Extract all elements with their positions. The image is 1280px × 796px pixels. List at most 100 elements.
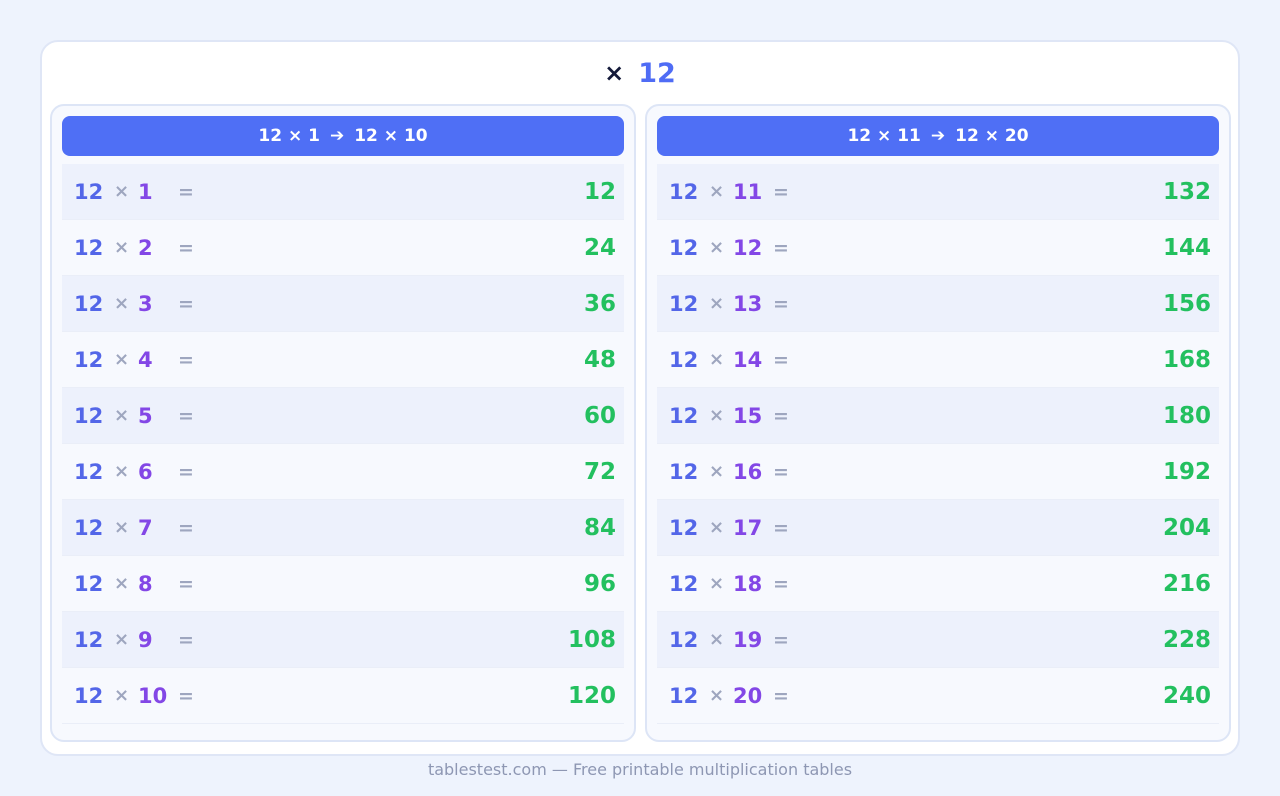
multiplicand: 12 xyxy=(74,291,104,316)
equation-list: 12 × 1 = 12 12 × 2 = 24 12 × 3 = 36 12 × 4 = 48 12 × 5 = 60 12 × 6 =… xyxy=(62,164,624,724)
equals-icon: = xyxy=(773,292,789,315)
equation-row: 12 × 4 = 48 xyxy=(62,332,624,388)
times-icon: × xyxy=(114,573,130,594)
product: 132 xyxy=(1162,178,1211,205)
multiplier: 12 xyxy=(733,235,763,260)
equals-icon: = xyxy=(178,572,194,595)
range-end: 12 × 10 xyxy=(354,126,428,146)
panel-header: 12 × 1 ➔ 12 × 10 xyxy=(62,116,624,156)
product: 204 xyxy=(1162,514,1211,541)
times-icon: × xyxy=(709,293,725,314)
product: 24 xyxy=(583,234,616,261)
multiplier: 6 xyxy=(138,459,153,484)
multiplicand: 12 xyxy=(669,515,699,540)
multiplier: 20 xyxy=(733,683,763,708)
multiplicand: 12 xyxy=(669,291,699,316)
multiplicand: 12 xyxy=(669,571,699,596)
times-icon: × xyxy=(709,405,725,426)
equation-row: 12 × 19 = 228 xyxy=(657,612,1219,668)
multiplicand: 12 xyxy=(74,515,104,540)
product: 72 xyxy=(583,458,616,485)
equation-row: 12 × 12 = 144 xyxy=(657,220,1219,276)
times-icon: × xyxy=(114,461,130,482)
multiplier: 5 xyxy=(138,403,153,428)
footer-credit: tablestest.com — Free printable multipli… xyxy=(427,760,853,779)
multiplier: 13 xyxy=(733,291,763,316)
multiplicand: 12 xyxy=(74,571,104,596)
equals-icon: = xyxy=(773,236,789,259)
equals-icon: = xyxy=(773,460,789,483)
multiplier: 10 xyxy=(138,683,168,708)
page-title: × 12 xyxy=(42,56,1238,90)
equals-icon: = xyxy=(178,516,194,539)
multiplicand: 12 xyxy=(74,459,104,484)
multiplier: 18 xyxy=(733,571,763,596)
multiplier: 15 xyxy=(733,403,763,428)
multiplier: 19 xyxy=(733,627,763,652)
equation-row: 12 × 14 = 168 xyxy=(657,332,1219,388)
times-icon: × xyxy=(114,237,130,258)
multiplier: 2 xyxy=(138,235,153,260)
times-icon: × xyxy=(114,349,130,370)
table-number: 12 xyxy=(638,57,676,89)
product: 144 xyxy=(1162,234,1211,261)
equals-icon: = xyxy=(773,572,789,595)
table-panel-11-to-20: 12 × 11 ➔ 12 × 20 12 × 11 = 132 12 × 12 = 144 12 × 1… xyxy=(645,104,1231,742)
multiplicand: 12 xyxy=(669,179,699,204)
product: 240 xyxy=(1162,682,1211,709)
arrow-right-icon: ➔ xyxy=(329,126,345,146)
product: 36 xyxy=(583,290,616,317)
multiplier: 8 xyxy=(138,571,153,596)
equation-row: 12 × 9 = 108 xyxy=(62,612,624,668)
product: 60 xyxy=(583,402,616,429)
table-panel-1-to-10: 12 × 1 ➔ 12 × 10 12 × 1 = 12 12 × 2 = 24 12 × 3 = 36 12… xyxy=(50,104,636,742)
range-start: 12 × 1 xyxy=(258,126,320,146)
equals-icon: = xyxy=(773,348,789,371)
times-icon: × xyxy=(709,237,725,258)
multiplier: 14 xyxy=(733,347,763,372)
equals-icon: = xyxy=(178,404,194,427)
times-icon: × xyxy=(709,461,725,482)
product: 180 xyxy=(1162,402,1211,429)
times-icon: × xyxy=(114,405,130,426)
multiplier: 7 xyxy=(138,515,153,540)
equation-row: 12 × 2 = 24 xyxy=(62,220,624,276)
multiplier: 1 xyxy=(138,179,153,204)
equation-row: 12 × 20 = 240 xyxy=(657,668,1219,724)
multiplicand: 12 xyxy=(74,403,104,428)
multiplier: 17 xyxy=(733,515,763,540)
multiplier: 11 xyxy=(733,179,763,204)
equals-icon: = xyxy=(178,684,194,707)
times-icon: × xyxy=(709,349,725,370)
equals-icon: = xyxy=(178,348,194,371)
multiplier: 9 xyxy=(138,627,153,652)
product: 12 xyxy=(583,178,616,205)
multiplicand: 12 xyxy=(74,235,104,260)
multiplier: 3 xyxy=(138,291,153,316)
times-icon: × xyxy=(709,517,725,538)
times-icon: × xyxy=(114,685,130,706)
equals-icon: = xyxy=(178,292,194,315)
equation-row: 12 × 11 = 132 xyxy=(657,164,1219,220)
times-icon: × xyxy=(604,59,625,87)
equals-icon: = xyxy=(773,628,789,651)
equation-row: 12 × 5 = 60 xyxy=(62,388,624,444)
equation-row: 12 × 18 = 216 xyxy=(657,556,1219,612)
multiplicand: 12 xyxy=(74,347,104,372)
equals-icon: = xyxy=(178,628,194,651)
times-icon: × xyxy=(709,629,725,650)
multiplicand: 12 xyxy=(669,683,699,708)
equals-icon: = xyxy=(178,180,194,203)
equation-list: 12 × 11 = 132 12 × 12 = 144 12 × 13 = 156 12 × 14 = 168 12 × 1… xyxy=(657,164,1219,724)
multiplicand: 12 xyxy=(74,179,104,204)
equation-row: 12 × 13 = 156 xyxy=(657,276,1219,332)
multiplication-table-card: × 12 12 × 1 ➔ 12 × 10 12 × 1 = 12 12 × 2 = 24 12 × 3… xyxy=(40,40,1240,756)
multiplicand: 12 xyxy=(74,627,104,652)
multiplicand: 12 xyxy=(669,347,699,372)
times-icon: × xyxy=(114,517,130,538)
equals-icon: = xyxy=(773,684,789,707)
product: 156 xyxy=(1162,290,1211,317)
times-icon: × xyxy=(114,181,130,202)
equation-row: 12 × 6 = 72 xyxy=(62,444,624,500)
product: 96 xyxy=(583,570,616,597)
